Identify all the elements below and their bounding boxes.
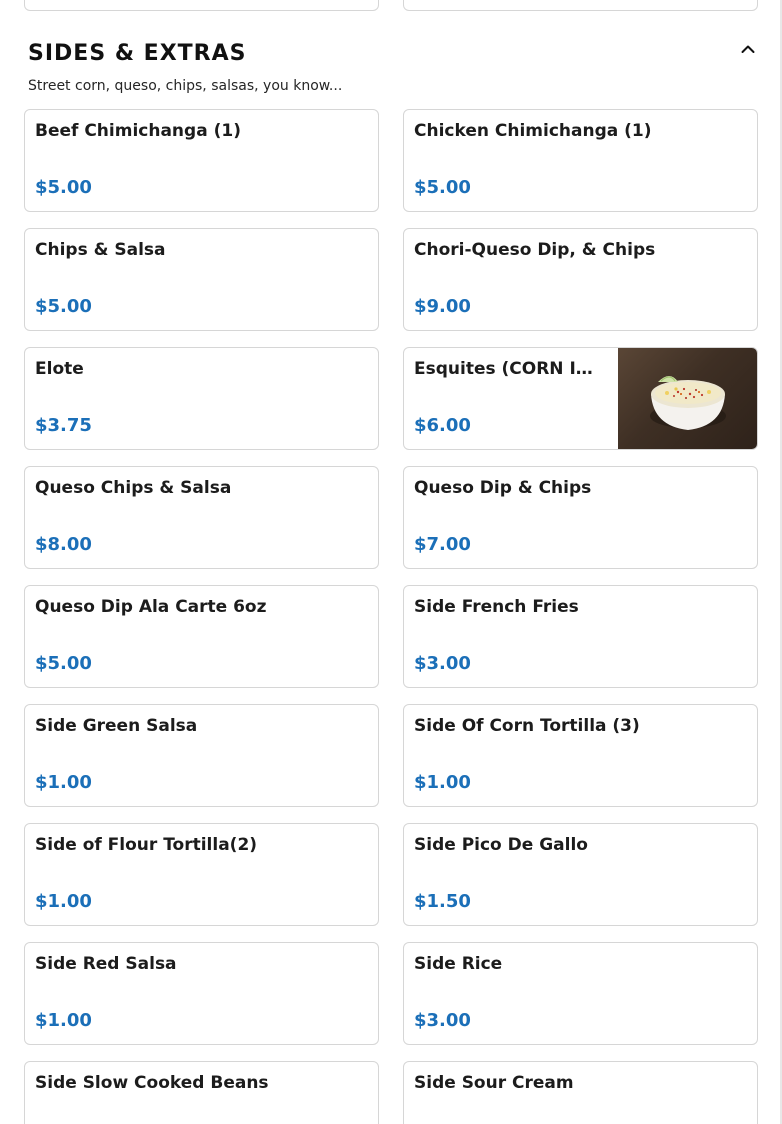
section-title: SIDES & EXTRAS (28, 41, 247, 66)
menu-item-name: Side Sour Cream (414, 1073, 574, 1093)
menu-item-name: Side of Flour Tortilla(2) (35, 835, 258, 855)
menu-item-card[interactable]: Side Rice $3.00 (403, 942, 758, 1045)
menu-item-grid: Beef Chimichanga (1) $5.00 Chicken Chimi… (24, 109, 758, 1124)
menu-item-card[interactable]: Chicken Chimichanga (1) $5.00 (403, 109, 758, 212)
menu-item-price: $7.00 (414, 534, 471, 555)
menu-item-name: Side Rice (414, 954, 503, 974)
menu-item-card[interactable]: Side Sour Cream (403, 1061, 758, 1124)
menu-item-name: Queso Dip & Chips (414, 478, 592, 498)
section-description: Street corn, queso, chips, salsas, you k… (28, 78, 343, 94)
section-header: SIDES & EXTRAS Street corn, queso, chips… (28, 38, 760, 95)
menu-page: SIDES & EXTRAS Street corn, queso, chips… (0, 0, 782, 1124)
menu-item-card[interactable]: Side Red Salsa $1.00 (24, 942, 379, 1045)
menu-item-name: Chicken Chimichanga (1) (414, 121, 652, 141)
menu-item-price: $5.00 (35, 296, 92, 317)
previous-section-card[interactable] (24, 0, 379, 11)
menu-item-price: $5.00 (35, 653, 92, 674)
menu-item-price: $1.00 (35, 891, 92, 912)
previous-section-card[interactable] (403, 0, 758, 11)
menu-item-card[interactable]: Side Of Corn Tortilla (3) $1.00 (403, 704, 758, 807)
menu-item-name: Side Of Corn Tortilla (3) (414, 716, 640, 736)
menu-item-card[interactable]: Side of Flour Tortilla(2) $1.00 (24, 823, 379, 926)
menu-item-card[interactable]: Beef Chimichanga (1) $5.00 (24, 109, 379, 212)
menu-item-card[interactable]: Side French Fries $3.00 (403, 585, 758, 688)
menu-item-price: $3.75 (35, 415, 92, 436)
menu-item-price: $3.00 (414, 653, 471, 674)
menu-item-name: Side Red Salsa (35, 954, 177, 974)
menu-item-name: Chips & Salsa (35, 240, 166, 260)
menu-item-card[interactable]: Queso Dip Ala Carte 6oz $5.00 (24, 585, 379, 688)
menu-item-card[interactable]: Side Pico De Gallo $1.50 (403, 823, 758, 926)
menu-item-name: Beef Chimichanga (1) (35, 121, 241, 141)
menu-item-name: Queso Chips & Salsa (35, 478, 232, 498)
chevron-up-icon (741, 45, 755, 53)
menu-item-name: Esquites (CORN IN... (414, 359, 607, 379)
menu-item-price: $3.00 (414, 1010, 471, 1031)
menu-item-price: $1.50 (414, 891, 471, 912)
menu-item-card[interactable]: Elote $3.75 (24, 347, 379, 450)
menu-item-price: $8.00 (35, 534, 92, 555)
menu-item-name: Side Slow Cooked Beans (35, 1073, 269, 1093)
menu-item-card[interactable]: Side Green Salsa $1.00 (24, 704, 379, 807)
collapse-section-button[interactable] (736, 37, 760, 61)
menu-item-name: Chori-Queso Dip, & Chips (414, 240, 656, 260)
menu-item-card[interactable]: Chori-Queso Dip, & Chips $9.00 (403, 228, 758, 331)
menu-item-name: Elote (35, 359, 84, 379)
menu-item-name: Side Pico De Gallo (414, 835, 588, 855)
menu-item-price: $1.00 (414, 772, 471, 793)
menu-item-card[interactable]: Queso Chips & Salsa $8.00 (24, 466, 379, 569)
menu-item-price: $9.00 (414, 296, 471, 317)
menu-item-price: $5.00 (35, 177, 92, 198)
menu-item-card[interactable]: Chips & Salsa $5.00 (24, 228, 379, 331)
menu-item-card[interactable]: Esquites (CORN IN... $6.00 (403, 347, 758, 450)
menu-item-card[interactable]: Queso Dip & Chips $7.00 (403, 466, 758, 569)
menu-item-name: Queso Dip Ala Carte 6oz (35, 597, 267, 617)
menu-item-price: $1.00 (35, 1010, 92, 1031)
esquites-cup-photo (618, 348, 757, 449)
menu-item-card[interactable]: Side Slow Cooked Beans (24, 1061, 379, 1124)
menu-item-price: $5.00 (414, 177, 471, 198)
menu-item-name: Side Green Salsa (35, 716, 198, 736)
menu-item-price: $6.00 (414, 415, 471, 436)
menu-item-name: Side French Fries (414, 597, 579, 617)
menu-item-price: $1.00 (35, 772, 92, 793)
